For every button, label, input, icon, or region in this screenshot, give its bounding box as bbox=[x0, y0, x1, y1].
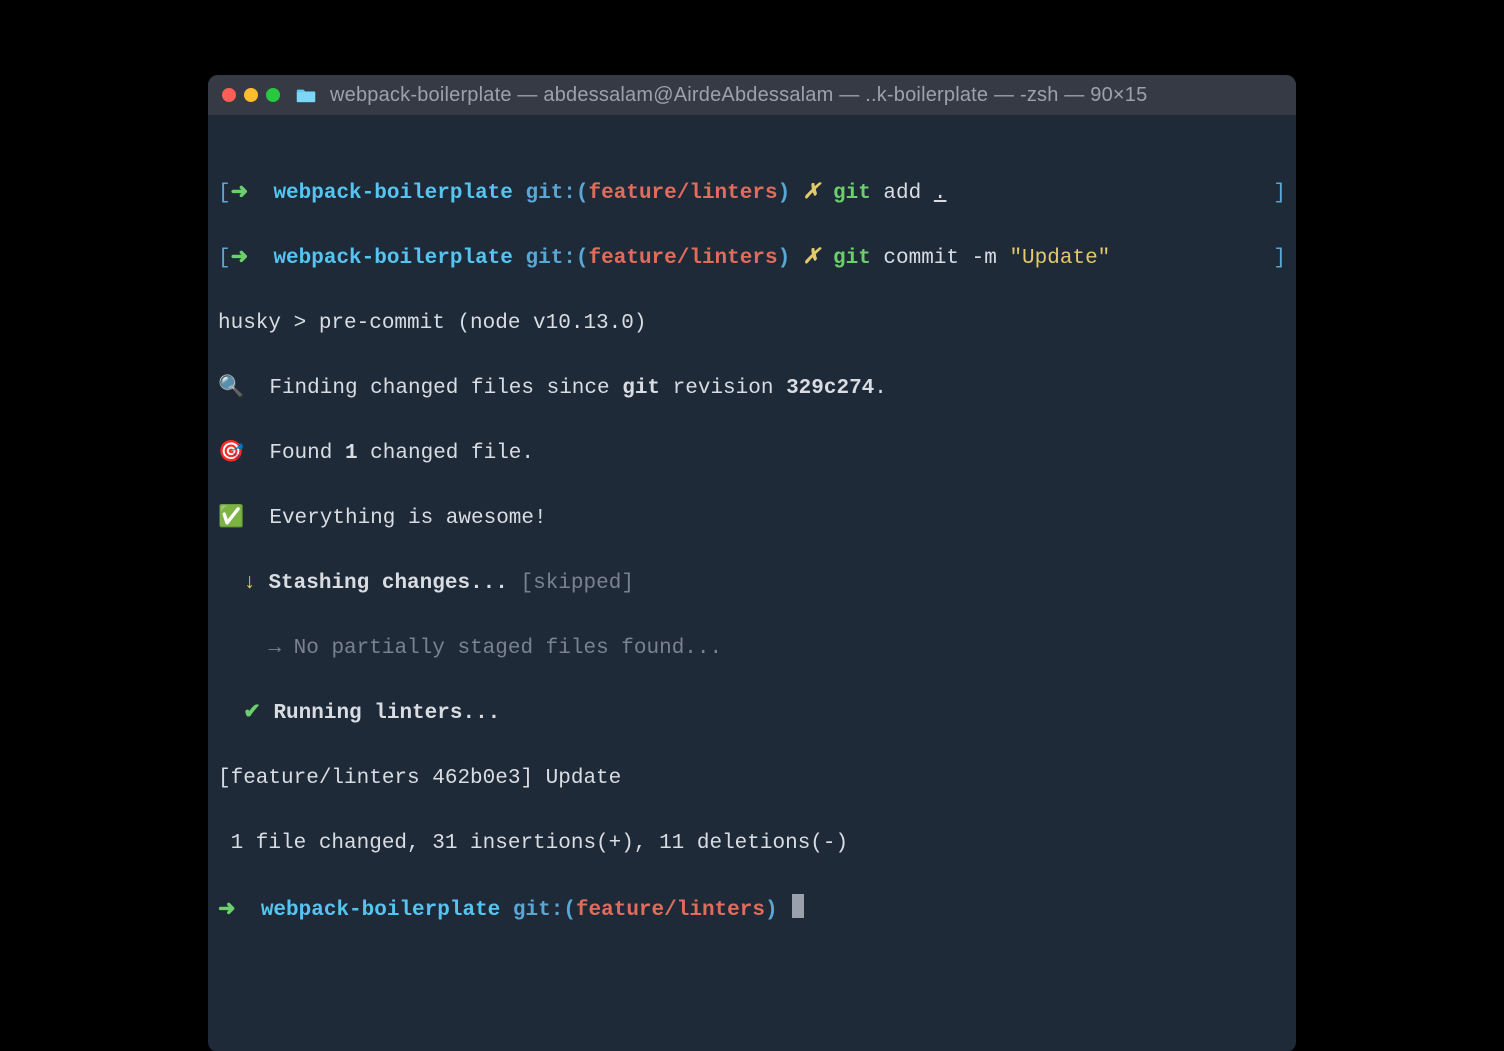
partial-line: → No partially staged files found... bbox=[218, 633, 1286, 666]
folder-icon bbox=[296, 88, 316, 103]
finding-line: 🔍 Finding changed files since git revisi… bbox=[218, 373, 1286, 406]
terminal-window: webpack-boilerplate — abdessalam@AirdeAb… bbox=[208, 75, 1296, 1051]
found-line: 🎯 Found 1 changed file. bbox=[218, 438, 1286, 471]
window-title: webpack-boilerplate — abdessalam@AirdeAb… bbox=[330, 84, 1147, 107]
commit-result-line: [feature/linters 462b0e3] Update bbox=[218, 763, 1286, 796]
stash-line: ↓ Stashing changes... [skipped] bbox=[218, 568, 1286, 601]
awesome-line: ✅ Everything is awesome! bbox=[218, 503, 1286, 536]
command-git: git bbox=[833, 247, 871, 270]
minimize-icon[interactable] bbox=[244, 88, 258, 102]
terminal-body[interactable]: [➜ webpack-boilerplate git:(feature/lint… bbox=[208, 115, 1296, 1051]
prompt-line-2: [➜ webpack-boilerplate git:(feature/lint… bbox=[218, 243, 1286, 276]
linters-line: ✔ Running linters... bbox=[218, 698, 1286, 731]
prompt-line-3: ➜ webpack-boilerplate git:(feature/linte… bbox=[218, 894, 1286, 928]
close-icon[interactable] bbox=[222, 88, 236, 102]
cursor-block bbox=[792, 894, 804, 918]
maximize-icon[interactable] bbox=[266, 88, 280, 102]
prompt-line-1: [➜ webpack-boilerplate git:(feature/lint… bbox=[218, 178, 1286, 211]
stats-line: 1 file changed, 31 insertions(+), 11 del… bbox=[218, 828, 1286, 861]
command-git: git bbox=[833, 182, 871, 205]
husky-line: husky > pre-commit (node v10.13.0) bbox=[218, 308, 1286, 341]
titlebar[interactable]: webpack-boilerplate — abdessalam@AirdeAb… bbox=[208, 75, 1296, 115]
